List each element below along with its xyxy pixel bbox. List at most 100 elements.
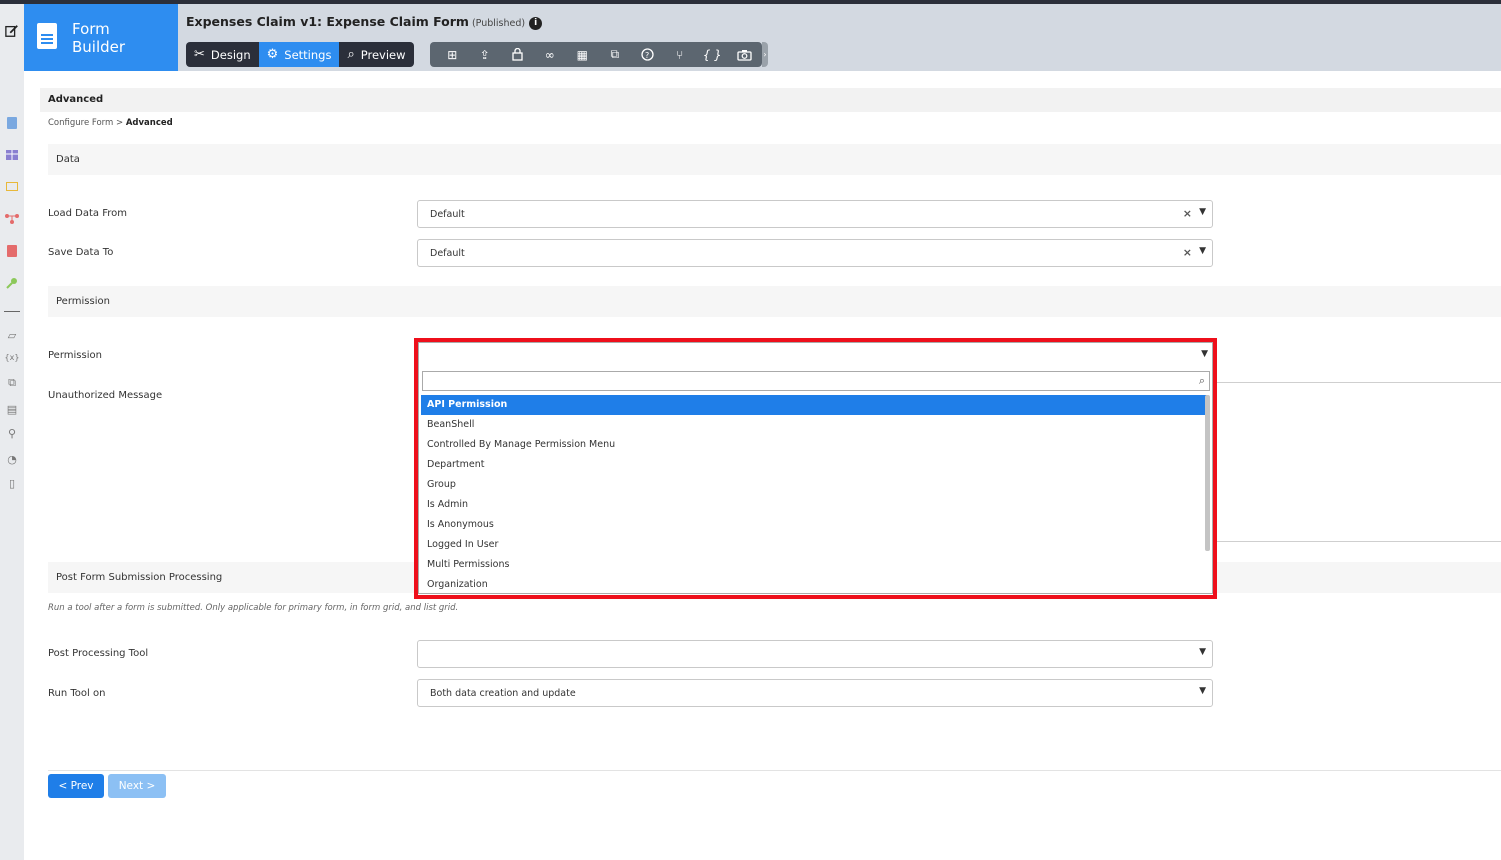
mode-switcher: ✂ Design ⚙ Settings ⌕ Preview xyxy=(186,42,414,67)
table-icon[interactable]: ▦ xyxy=(566,42,599,67)
toolbar-scroll-right[interactable]: › xyxy=(762,42,768,67)
info-icon[interactable]: i xyxy=(529,17,543,30)
left-rail: ▱ {x} ⧉ ▤ ⚲ ◔ ▯ xyxy=(0,4,24,860)
page-title: Advanced xyxy=(48,94,104,105)
scroll-icon[interactable]: ▯ xyxy=(5,476,19,490)
sitemap-icon[interactable]: ⊞ xyxy=(436,42,469,67)
list-item[interactable]: Group xyxy=(421,475,1207,495)
variable-icon[interactable]: {x} xyxy=(5,350,20,364)
section-permission: Permission xyxy=(48,286,1501,317)
load-data-from-select[interactable]: Default × ▼ xyxy=(417,200,1213,228)
form-title-text: Expenses Claim v1: Expense Claim Form xyxy=(186,14,469,29)
list-item[interactable]: BeanShell xyxy=(421,415,1207,435)
tab-preview-label: Preview xyxy=(360,47,406,62)
run-tool-on-value: Both data creation and update xyxy=(430,688,576,699)
key-icon[interactable] xyxy=(5,276,19,290)
preview-icon: ⌕ xyxy=(347,47,355,62)
chevron-down-icon: ▼ xyxy=(1199,647,1206,657)
edit-icon[interactable] xyxy=(5,24,19,38)
lock-icon[interactable] xyxy=(501,42,534,67)
chevron-down-icon: ▼ xyxy=(1199,246,1206,256)
save-data-to-label: Save Data To xyxy=(48,247,114,258)
list-item[interactable]: Multi Permissions xyxy=(421,555,1207,575)
userview-icon[interactable] xyxy=(5,180,19,194)
load-data-from-label: Load Data From xyxy=(48,208,127,219)
note-icon[interactable]: ▱ xyxy=(5,328,19,342)
translate-icon[interactable]: ⧉ xyxy=(5,376,19,390)
tab-design-label: Design xyxy=(210,47,251,62)
gauge-icon[interactable]: ◔ xyxy=(5,452,19,466)
post-processing-tool-label: Post Processing Tool xyxy=(48,648,149,659)
plugin-icon[interactable]: ⚲ xyxy=(5,426,19,440)
brand-line-1: Form xyxy=(72,20,110,38)
permission-select-open[interactable]: ▼ ⌕ API Permission BeanShell Controlled … xyxy=(418,342,1213,594)
datalist-icon[interactable] xyxy=(5,148,19,162)
list-item[interactable]: Organization xyxy=(421,575,1207,591)
upload-icon[interactable]: ⇪ xyxy=(469,42,502,67)
search-icon: ⌕ xyxy=(1198,374,1205,387)
brand-line-2: Builder xyxy=(72,38,126,56)
section-post-processing-title: Post Form Submission Processing xyxy=(56,572,223,583)
form-title: Expenses Claim v1: Expense Claim Form (Pu… xyxy=(186,14,543,30)
unauthorized-message-label: Unauthorized Message xyxy=(48,390,163,401)
tab-design[interactable]: ✂ Design xyxy=(186,42,259,67)
tab-settings[interactable]: ⚙ Settings xyxy=(258,42,340,67)
section-permission-title: Permission xyxy=(56,296,110,307)
chevron-down-icon: ▼ xyxy=(1201,349,1208,359)
gear-icon: ⚙ xyxy=(266,47,279,62)
post-processing-tool-select[interactable]: ▼ xyxy=(417,640,1213,668)
binoculars-icon[interactable]: ∞ xyxy=(534,42,567,67)
list-item[interactable]: API Permission xyxy=(421,395,1207,415)
next-button[interactable]: Next > xyxy=(108,774,166,798)
clear-icon[interactable]: × xyxy=(1183,246,1192,259)
list-item[interactable]: Is Anonymous xyxy=(421,515,1207,535)
breadcrumb-current: Advanced xyxy=(125,118,173,128)
document-icon xyxy=(37,23,57,49)
section-data: Data xyxy=(48,144,1501,175)
unauthorized-message-textarea-top[interactable] xyxy=(1213,382,1501,383)
list-item[interactable]: Logged In User xyxy=(421,535,1207,555)
rail-divider xyxy=(4,311,20,312)
save-data-to-select[interactable]: Default × ▼ xyxy=(417,239,1213,267)
page-header: Advanced xyxy=(40,88,1501,112)
permission-options-list: API Permission BeanShell Controlled By M… xyxy=(421,395,1207,591)
svg-text:?: ? xyxy=(645,51,649,60)
pdf-icon[interactable] xyxy=(5,244,19,258)
breadcrumb-parent[interactable]: Configure Form xyxy=(48,118,113,128)
translate-icon[interactable]: ⧉ xyxy=(599,42,632,67)
section-data-title: Data xyxy=(56,154,80,165)
unauthorized-message-textarea-bottom[interactable] xyxy=(1213,541,1501,542)
design-tools-icon: ✂ xyxy=(194,47,205,62)
prev-button[interactable]: < Prev xyxy=(48,774,104,798)
footer-divider xyxy=(48,770,1501,771)
list-item[interactable]: Department xyxy=(421,455,1207,475)
process-icon[interactable] xyxy=(5,212,19,226)
breadcrumb-separator: > xyxy=(116,118,124,128)
post-processing-note: Run a tool after a form is submitted. On… xyxy=(48,603,459,613)
permission-search-input[interactable]: ⌕ xyxy=(422,371,1210,391)
builder-header: Expenses Claim v1: Expense Claim Form (Pu… xyxy=(178,4,1501,71)
help-icon[interactable]: ? xyxy=(631,42,664,67)
form-builder-brand[interactable]: Form Builder xyxy=(24,4,178,71)
list-item[interactable]: Controlled By Manage Permission Menu xyxy=(421,435,1207,455)
load-data-from-value: Default xyxy=(430,209,465,220)
status-label: (Published) xyxy=(471,18,526,29)
permission-label: Permission xyxy=(48,350,102,361)
permission-select-current[interactable]: ▼ xyxy=(419,343,1212,367)
braces-icon[interactable]: { } xyxy=(696,42,729,67)
run-tool-on-select[interactable]: Both data creation and update ▼ xyxy=(417,679,1213,707)
tab-settings-label: Settings xyxy=(284,47,332,62)
list-item[interactable]: Is Admin xyxy=(421,495,1207,515)
builder-toolbar: ⊞ ⇪ ∞ ▦ ⧉ ? ⑂ { } › xyxy=(430,42,768,67)
document-icon[interactable]: ▤ xyxy=(5,402,19,416)
clear-icon[interactable]: × xyxy=(1183,207,1192,220)
run-tool-on-label: Run Tool on xyxy=(48,688,106,699)
save-data-to-value: Default xyxy=(430,248,465,259)
branch-icon[interactable]: ⑂ xyxy=(664,42,697,67)
form-icon[interactable] xyxy=(5,116,19,130)
dropdown-scrollbar[interactable] xyxy=(1205,395,1210,551)
chevron-down-icon: ▼ xyxy=(1199,207,1206,217)
brand-label: Form Builder xyxy=(72,20,125,56)
camera-icon[interactable] xyxy=(729,42,762,67)
tab-preview[interactable]: ⌕ Preview xyxy=(339,42,414,67)
